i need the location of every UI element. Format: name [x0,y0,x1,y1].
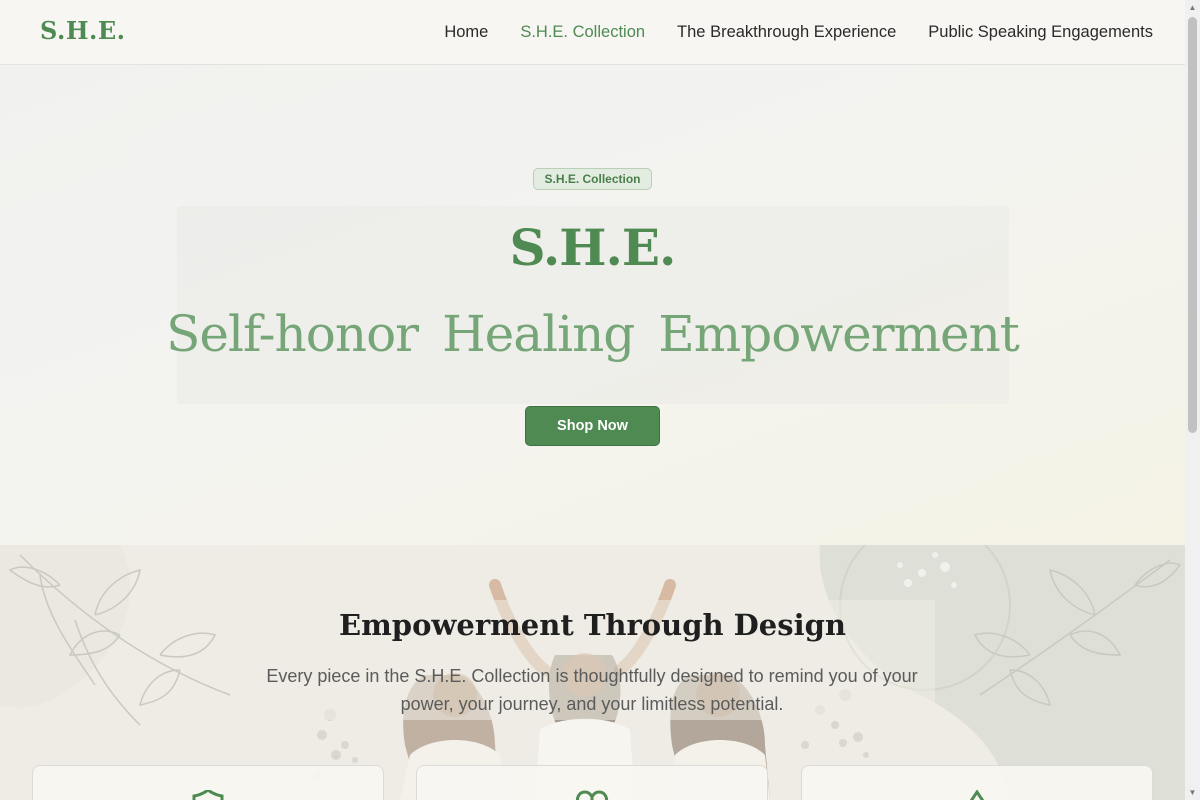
hero-tagline: Self-honor Healing Empowerment [0,305,1185,363]
section-subtitle: Every piece in the S.H.E. Collection is … [266,666,918,714]
shop-now-button[interactable]: Shop Now [525,406,660,446]
nav-links: Home S.H.E. Collection The Breakthrough … [444,0,1153,65]
top-navbar: S.H.E. Home S.H.E. Collection The Breakt… [0,0,1185,65]
feature-card-3 [801,765,1153,800]
scroll-up-icon[interactable]: ▲ [1185,0,1200,15]
nav-item-public-speaking[interactable]: Public Speaking Engagements [928,23,1153,42]
tagline-word-empowerment: Empowerment [658,305,1020,363]
hero-title: S.H.E. [509,218,677,277]
scroll-down-icon[interactable]: ▼ [1185,785,1200,800]
nav-item-home[interactable]: Home [444,23,488,42]
section-title: Empowerment Through Design [339,608,846,642]
scrollbar-thumb[interactable] [1188,17,1197,433]
empowerment-section: Empowerment Through Design Every piece i… [0,545,1185,800]
hero-section: S.H.E. Collection S.H.E. Self-honor Heal… [0,65,1185,545]
nav-item-she-collection[interactable]: S.H.E. Collection [520,23,645,42]
page-scrollbar[interactable]: ▲ ▼ [1185,0,1200,800]
tagline-word-healing: Healing [442,305,635,363]
mountain-icon [969,790,985,800]
nav-item-breakthrough-experience[interactable]: The Breakthrough Experience [677,23,896,42]
feature-card-1 [32,765,384,800]
feature-card-2 [416,765,768,800]
tagline-word-self-honor: Self-honor [166,305,419,363]
page: S.H.E. Home S.H.E. Collection The Breakt… [0,0,1185,800]
shield-icon [192,790,224,800]
brand-logo[interactable]: S.H.E. [40,16,126,45]
collection-badge: S.H.E. Collection [533,168,652,190]
heart-icon [575,790,609,800]
